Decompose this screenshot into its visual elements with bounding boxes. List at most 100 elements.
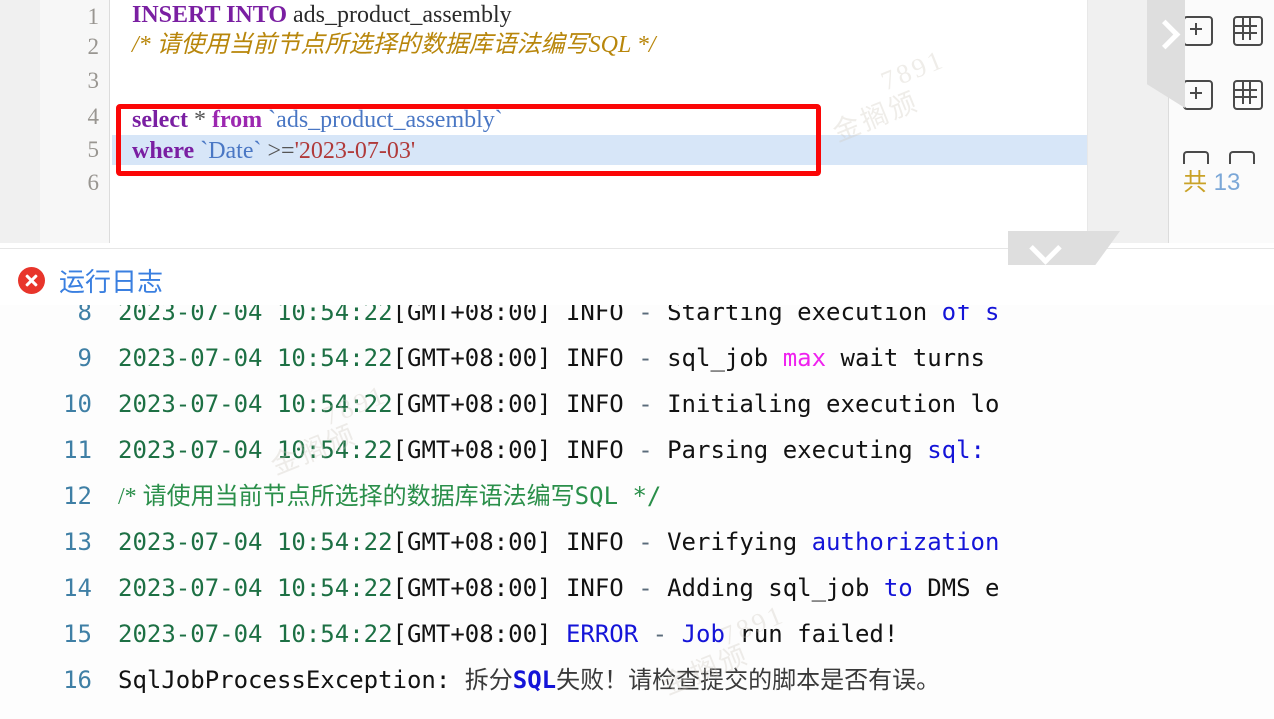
line-number: 3 [87, 68, 100, 93]
log-sql-comment-end: */ [618, 482, 662, 510]
log-timestamp: 2023-07-04 10:54:22 [118, 436, 393, 464]
log-line-number: 13 [63, 528, 92, 556]
log-highlight-sql: sql: [927, 436, 985, 464]
log-level: INFO [565, 390, 624, 418]
log-message: Verifying [667, 528, 812, 556]
code-line-5: where `Date` >='2023-07-03' [132, 136, 415, 166]
log-line: 11 2023-07-04 10:54:22[GMT+08:00] INFO - … [0, 427, 1274, 473]
sql-table-name: ads_product_assembly [287, 2, 512, 28]
code-line-2: /* 请使用当前节点所选择的数据库语法编写SQL */ [132, 30, 656, 60]
log-highlight-max: max [782, 344, 827, 372]
code-line-4: select * from `ads_product_assembly` [132, 105, 503, 135]
count-value: 13 [1213, 169, 1241, 196]
sql-star: * [187, 107, 212, 133]
add-icon[interactable] [1183, 80, 1213, 110]
editor-line-number-gutter: 1 2 3 4 5 6 [40, 0, 110, 243]
log-line-number: 11 [63, 436, 92, 464]
log-sql-comment: /* 请使用当前节点所选择的数据库语法编写 [118, 484, 575, 510]
log-line-number: 15 [63, 620, 92, 648]
sql-keyword: INSERT INTO [132, 2, 288, 28]
code-line-1: INSERT INTO ads_product_assembly [132, 0, 512, 30]
log-message: sql_job [667, 344, 783, 372]
log-level: INFO [565, 528, 624, 556]
log-line: 8 2023-07-04 10:54:22[GMT+08:00] INFO - S… [0, 305, 1274, 335]
log-dash: - [638, 344, 653, 372]
exception-name: SqlJobProcessException: [118, 666, 465, 694]
sql-comment: /* 请使用当前节点所选择的数据库语法编写SQL */ [132, 32, 656, 58]
log-line-number: 10 [63, 390, 92, 418]
log-line: 14 2023-07-04 10:54:22[GMT+08:00] INFO - … [0, 565, 1274, 611]
sql-operator: >= [267, 138, 295, 164]
log-timezone: [GMT+08:00] [392, 305, 552, 326]
exception-sql-token: SQL [512, 666, 557, 694]
line-number: 4 [87, 104, 100, 129]
sql-keyword-select: select [132, 107, 188, 133]
line-number: 5 [87, 137, 100, 162]
sql-string-literal: '2023-07-03' [294, 138, 416, 164]
line-number: 1 [87, 4, 100, 29]
log-message-tail: wait turns [826, 344, 986, 372]
sql-column: `Date` [194, 138, 268, 164]
log-level: INFO [565, 305, 624, 326]
log-timestamp: 2023-07-04 10:54:22 [118, 305, 393, 326]
log-level: INFO [565, 574, 624, 602]
chevron-right-icon [1150, 19, 1181, 50]
result-count: 共 13 [1183, 162, 1240, 197]
log-level: INFO [565, 344, 624, 372]
log-line-error: 15 2023-07-04 10:54:22[GMT+08:00] ERROR -… [0, 611, 1274, 657]
table-icon[interactable] [1233, 16, 1263, 46]
sql-keyword-from: from [211, 107, 263, 133]
log-dash: - [638, 390, 653, 418]
tab-run-log[interactable]: 运行日志 [18, 257, 163, 303]
log-line-number: 14 [63, 574, 92, 602]
count-label: 共 [1183, 169, 1207, 196]
editor-code-area[interactable]: INSERT INTO ads_product_assembly /* 请使用当… [112, 0, 1088, 243]
log-timestamp: 2023-07-04 10:54:22 [118, 620, 393, 648]
log-level-error: ERROR [565, 620, 639, 648]
add-icon[interactable] [1183, 16, 1213, 46]
error-circle-icon [18, 266, 45, 294]
table-icon[interactable] [1233, 80, 1263, 110]
log-dash: - [638, 305, 653, 326]
log-timezone: [GMT+08:00] [392, 528, 552, 556]
log-line-number: 8 [77, 305, 92, 326]
log-dash: - [638, 436, 653, 464]
log-timestamp: 2023-07-04 10:54:22 [118, 344, 393, 372]
sql-identifier: `ads_product_assembly` [262, 107, 503, 133]
chevron-down-icon [1029, 232, 1062, 265]
log-timezone: [GMT+08:00] [392, 574, 552, 602]
log-level: INFO [565, 436, 624, 464]
log-message: Starting execution [667, 305, 942, 326]
log-message-tail: DMS e [912, 574, 1000, 602]
exception-text-b: 失败！请检查提交的脚本是否有误。 [556, 668, 941, 694]
log-message: Initialing execution lo [667, 390, 1000, 418]
log-line-number: 16 [63, 666, 92, 694]
line-number: 2 [87, 34, 100, 59]
log-dash: - [638, 574, 653, 602]
log-line: 10 2023-07-04 10:54:22[GMT+08:00] INFO - … [0, 381, 1274, 427]
log-highlight-authorization: authorization [811, 528, 1000, 556]
sql-keyword-where: where [132, 138, 195, 164]
log-message: Parsing executing [667, 436, 928, 464]
log-line-exception: 16 SqlJobProcessException: 拆分SQL失败！请检查提交的… [0, 657, 1274, 703]
log-highlight: of s [941, 305, 1000, 326]
log-line: 9 2023-07-04 10:54:22[GMT+08:00] INFO - s… [0, 335, 1274, 381]
log-timezone: [GMT+08:00] [392, 436, 552, 464]
log-timestamp: 2023-07-04 10:54:22 [118, 574, 393, 602]
log-line: 13 2023-07-04 10:54:22[GMT+08:00] INFO - … [0, 519, 1274, 565]
log-message: Adding sql_job [667, 574, 884, 602]
log-dash: - [638, 528, 653, 556]
log-timezone: [GMT+08:00] [392, 620, 552, 648]
log-line-number: 9 [77, 344, 92, 372]
log-timezone: [GMT+08:00] [392, 344, 552, 372]
log-output-area[interactable]: 8 2023-07-04 10:54:22[GMT+08:00] INFO - S… [0, 305, 1274, 719]
log-line-number: 12 [63, 482, 92, 510]
run-log-pane: 运行日志 8 2023-07-04 10:54:22[GMT+08:00] INF… [0, 248, 1274, 719]
sql-editor-pane[interactable]: 1 2 3 4 5 6 INSERT INTO ads_product_asse… [0, 0, 1274, 243]
log-highlight-job: Job [681, 620, 725, 648]
log-sql-comment-sql: SQL [574, 482, 619, 510]
log-message-tail: run failed! [724, 620, 899, 648]
line-number: 6 [87, 170, 100, 195]
log-timestamp: 2023-07-04 10:54:22 [118, 390, 393, 418]
log-line: 12 /* 请使用当前节点所选择的数据库语法编写SQL */ [0, 473, 1274, 519]
